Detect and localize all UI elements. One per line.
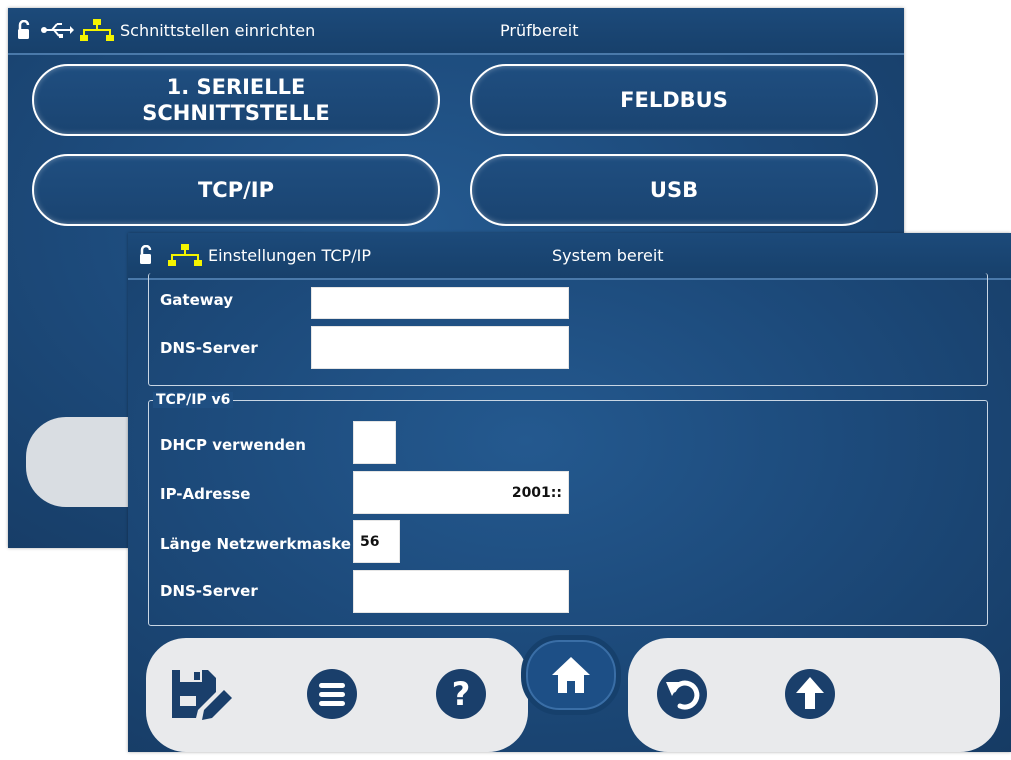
usb-icon	[41, 23, 74, 38]
prefix-length-input[interactable]: 56	[353, 520, 400, 563]
ipv6-address-label: IP-Adresse	[160, 485, 251, 503]
dns-server-v6-input[interactable]	[353, 570, 569, 613]
status-text: Prüfbereit	[500, 21, 579, 40]
serial-button-label-line1: 1. SERIELLE	[166, 75, 306, 99]
tcpip-button[interactable]: TCP/IP	[32, 154, 440, 226]
tcpip-settings-screen: Einstellungen TCP/IP System bereit Gatew…	[128, 233, 1011, 752]
status-text: System bereit	[552, 246, 664, 265]
undo-icon[interactable]	[654, 666, 710, 722]
network-icon	[168, 244, 202, 266]
serial-interface-button[interactable]: 1. SERIELLE SCHNITTSTELLE	[32, 64, 440, 136]
gateway-input[interactable]	[311, 287, 569, 319]
home-button[interactable]	[521, 635, 621, 715]
status-bar: Schnittstellen einrichten Prüfbereit	[8, 8, 904, 55]
network-icon	[80, 19, 114, 41]
dns-server-v6-label: DNS-Server	[160, 582, 258, 600]
home-icon	[552, 657, 590, 693]
usb-button[interactable]: USB	[470, 154, 878, 226]
menu-icon[interactable]	[304, 666, 360, 722]
screen-title: Einstellungen TCP/IP	[208, 246, 371, 265]
usb-button-label: USB	[649, 178, 699, 202]
fieldbus-button-label: FELDBUS	[620, 88, 728, 112]
help-icon[interactable]: ?	[433, 666, 489, 722]
tcpip-button-label: TCP/IP	[197, 178, 274, 202]
dns-server-v4-label: DNS-Server	[160, 339, 258, 357]
unlocked-padlock-icon	[18, 20, 30, 39]
dns-server-v4-input[interactable]	[311, 326, 569, 369]
serial-button-label-line2: SCHNITTSTELLE	[142, 101, 330, 125]
up-arrow-icon[interactable]	[782, 666, 838, 722]
ipv6-section-legend: TCP/IP v6	[153, 392, 234, 408]
ipv6-address-input[interactable]: 2001::	[353, 471, 569, 514]
dhcp-checkbox[interactable]	[353, 421, 396, 464]
prefix-length-label: Länge Netzwerkmaske	[160, 535, 351, 553]
save-edit-icon[interactable]	[168, 666, 234, 722]
dhcp-label: DHCP verwenden	[160, 436, 306, 454]
screen-title: Schnittstellen einrichten	[120, 21, 316, 40]
unlocked-padlock-icon	[140, 245, 152, 264]
gateway-label: Gateway	[160, 291, 234, 309]
fieldbus-button[interactable]: FELDBUS	[470, 64, 878, 136]
svg-text:?: ?	[452, 675, 471, 713]
